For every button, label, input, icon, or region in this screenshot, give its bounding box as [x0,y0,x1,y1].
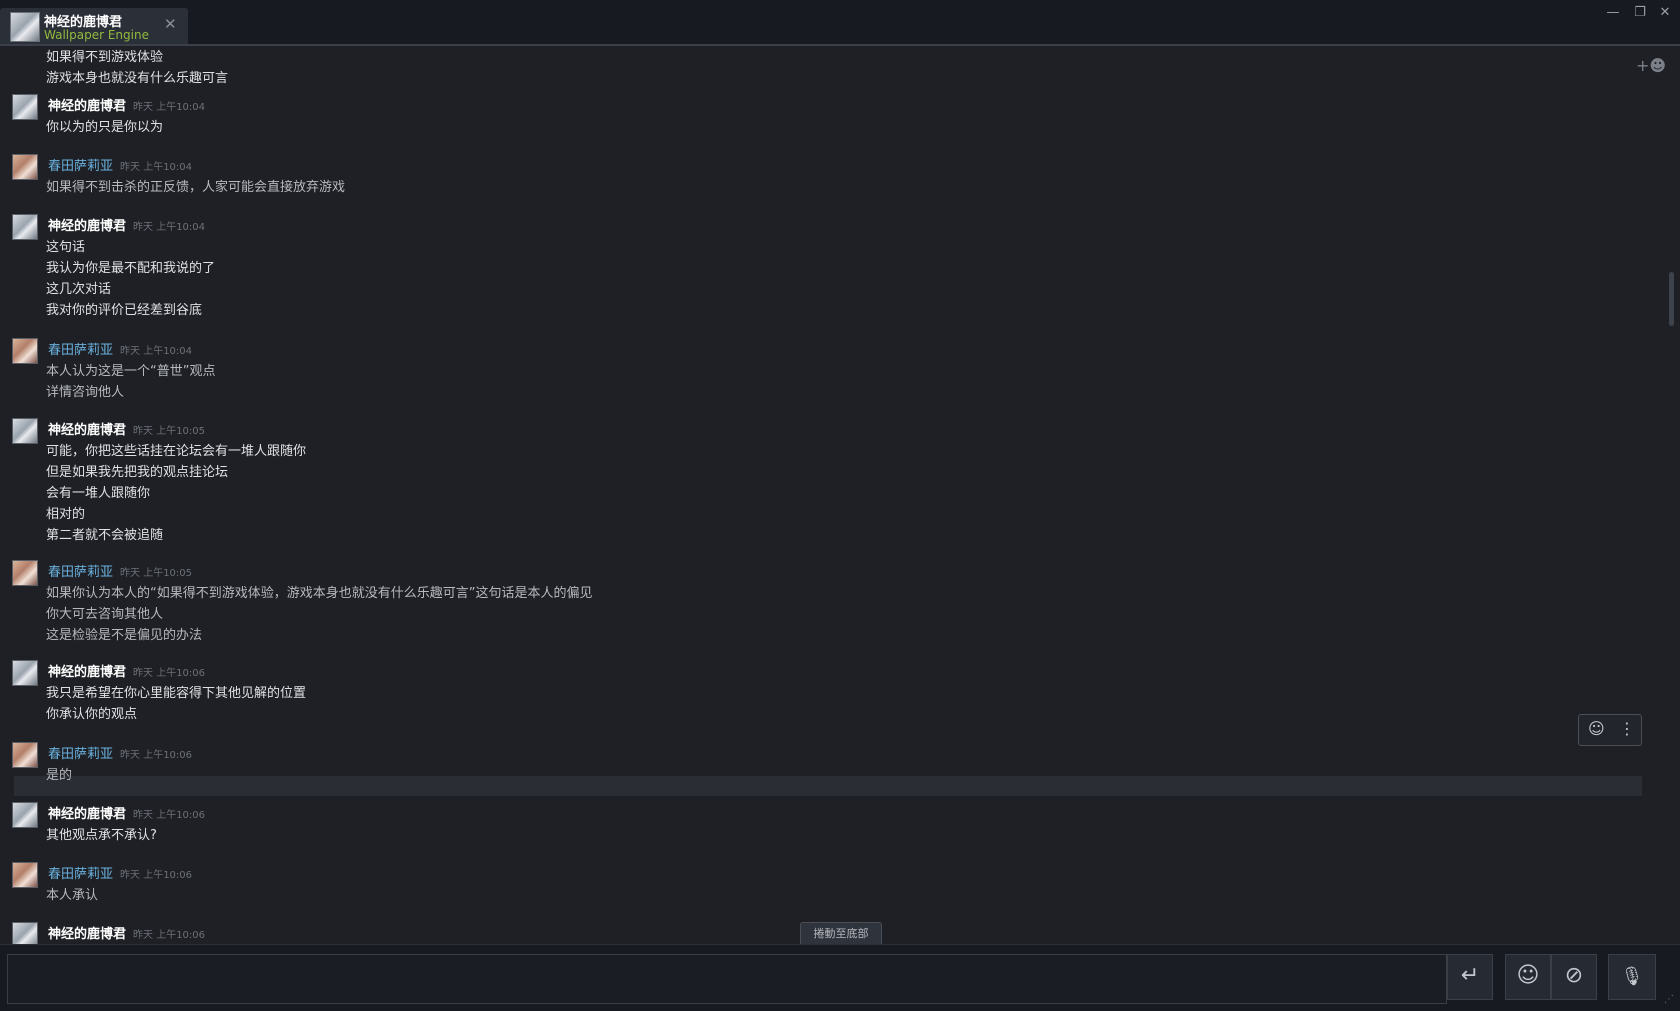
sender-name[interactable]: 春田萨莉亚 昨天 上午10:06 [48,863,192,882]
restore-icon[interactable]: ❐ [1633,6,1647,20]
attach-button[interactable]: ⊘ [1551,954,1597,1000]
avatar[interactable] [12,560,38,586]
sender-label[interactable]: 春田萨莉亚 [48,159,113,174]
message-line: 我只是希望在你心里能容得下其他见解的位置 [46,686,307,701]
hovered-message-highlight [14,776,1642,796]
avatar[interactable] [12,338,38,364]
chat-tab[interactable]: 神经的鹿博君 Wallpaper Engine ✕ [0,8,188,46]
message-line: 如果你认为本人的“如果得不到游戏体验，游戏本身也就没有什么乐趣可言”这句话是本人… [46,586,593,601]
message-line: 本人认为这是一个“普世”观点 [46,364,216,379]
chat-history[interactable]: 如果得不到游戏体验 游戏本身也就没有什么乐趣可言 神经的鹿博君 昨天 上午10:04 你… [0,46,1680,944]
message-line: 会有一堆人跟随你 [46,486,151,501]
message-actions: ☺ ⋮ [1578,714,1642,746]
message-line: 你承认你的观点 [46,707,138,722]
timestamp: 昨天 上午10:06 [120,870,193,881]
sender-label[interactable]: 神经的鹿博君 [48,807,126,822]
message-line: 你以为的只是你以为 [46,120,164,135]
window-close-icon[interactable]: ✕ [1658,6,1672,20]
avatar[interactable] [12,802,38,828]
timestamp: 昨天 上午10:06 [133,810,206,821]
more-options-icon[interactable]: ⋮ [1619,720,1635,738]
message-line: 这句话 [46,240,86,255]
emoji-icon: ☺ [1516,963,1540,988]
sender-label[interactable]: 春田萨莉亚 [48,747,113,762]
message-line: 但是如果我先把我的观点挂论坛 [46,465,229,480]
message-input[interactable] [7,954,1447,1004]
friend-avatar [10,12,40,42]
tab-close-icon[interactable]: ✕ [164,16,177,32]
tab-game-status: Wallpaper Engine [44,28,149,42]
message-line: 如果得不到游戏体验 [46,50,164,65]
resize-grip-icon[interactable]: ⋰ [1664,994,1674,1005]
sender-label[interactable]: 神经的鹿博君 [48,99,126,114]
scrollbar-track [1668,46,1676,941]
microphone-icon: 🎙 [1620,966,1644,987]
title-bar: 神经的鹿博君 Wallpaper Engine ✕ — ❐ ✕ [0,0,1680,46]
sender-name[interactable]: 春田萨莉亚 昨天 上午10:04 [48,155,192,174]
sender-name[interactable]: 神经的鹿博君 昨天 上午10:06 [48,661,205,680]
sender-label[interactable]: 神经的鹿博君 [48,423,126,438]
add-reaction-icon[interactable]: ☺ [1588,720,1605,738]
avatar[interactable] [12,94,38,120]
message-line: 我认为你是最不配和我说的了 [46,261,216,276]
send-icon: ↵ [1460,963,1480,988]
message-line: 其他观点承不承认? [46,828,157,843]
sender-name[interactable]: 春田萨莉亚 昨天 上午10:06 [48,743,192,762]
message-line: 这几次对话 [46,282,112,297]
add-friend-icon[interactable]: +☻ [1636,56,1666,75]
timestamp: 昨天 上午10:05 [133,426,206,437]
message-line: 这是检验是不是偏见的办法 [46,628,203,643]
sender-label[interactable]: 春田萨莉亚 [48,343,113,358]
sender-label[interactable]: 神经的鹿博君 [48,219,126,234]
paperclip-icon: ⊘ [1564,963,1584,988]
avatar[interactable] [12,862,38,888]
avatar[interactable] [12,742,38,768]
message-line: 游戏本身也就没有什么乐趣可言 [46,71,229,86]
sender-name[interactable]: 神经的鹿博君 昨天 上午10:05 [48,419,205,438]
avatar[interactable] [12,660,38,686]
avatar[interactable] [12,922,38,944]
sender-name[interactable]: 神经的鹿博君 昨天 上午10:04 [48,215,205,234]
timestamp: 昨天 上午10:04 [133,222,206,233]
sender-label[interactable]: 神经的鹿博君 [48,665,126,680]
timestamp: 昨天 上午10:06 [120,750,193,761]
minimize-icon[interactable]: — [1606,6,1620,20]
avatar[interactable] [12,214,38,240]
sender-name[interactable]: 春田萨莉亚 昨天 上午10:04 [48,339,192,358]
sender-label[interactable]: 神经的鹿博君 [48,927,126,942]
sender-label[interactable]: 春田萨莉亚 [48,867,113,882]
message-line: 相对的 [46,507,86,522]
jump-to-bottom-button[interactable]: 捲動至底部 [800,922,882,945]
message-line: 如果得不到击杀的正反馈，人家可能会直接放弃游戏 [46,180,346,195]
send-button[interactable]: ↵ [1447,954,1493,1000]
message-line: 可能，你把这些话挂在论坛会有一堆人跟随你 [46,444,307,459]
avatar[interactable] [12,154,38,180]
timestamp: 昨天 上午10:04 [133,102,206,113]
timestamp: 昨天 上午10:06 [133,930,206,941]
message-line: 详情咨询他人 [46,385,125,400]
message-line: 我对你的评价已经差到谷底 [46,303,203,318]
emoji-button[interactable]: ☺ [1505,954,1551,1000]
sender-name[interactable]: 春田萨莉亚 昨天 上午10:05 [48,561,192,580]
message-line: 是的 [46,768,73,783]
message-line: 第二者就不会被追随 [46,528,164,543]
scrollbar-thumb[interactable] [1669,272,1674,326]
timestamp: 昨天 上午10:05 [120,568,193,579]
timestamp: 昨天 上午10:04 [120,346,193,357]
sender-name[interactable]: 神经的鹿博君 昨天 上午10:06 [48,923,205,942]
message-line: 本人承认 [46,888,99,903]
timestamp: 昨天 上午10:04 [120,162,193,173]
avatar[interactable] [12,418,38,444]
sender-label[interactable]: 春田萨莉亚 [48,565,113,580]
timestamp: 昨天 上午10:06 [133,668,206,679]
sender-name[interactable]: 神经的鹿博君 昨天 上午10:06 [48,803,205,822]
sender-name[interactable]: 神经的鹿博君 昨天 上午10:04 [48,95,205,114]
voice-button[interactable]: 🎙 [1608,954,1656,1000]
message-line: 你大可去咨询其他人 [46,607,164,622]
